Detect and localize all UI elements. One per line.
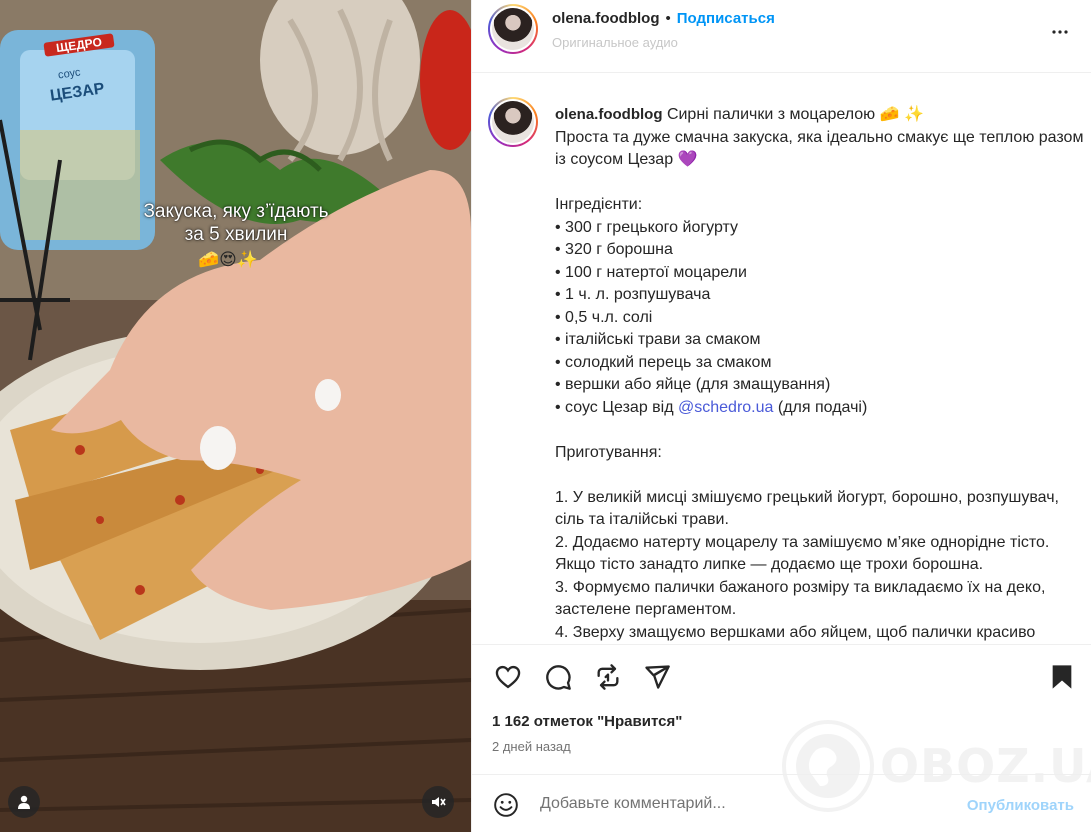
audio-link[interactable]: Оригинальное аудио: [552, 35, 678, 50]
overlay-line-1: Закуска, яку з’їдають: [143, 201, 329, 222]
overlay-emoji: 🧀😍✨: [198, 250, 259, 269]
comment-icon: [546, 665, 571, 690]
post-media[interactable]: Закуска, яку з’їдають за 5 хвилин 🧀😍✨: [0, 0, 471, 832]
avatar[interactable]: [488, 4, 538, 54]
post-timestamp[interactable]: 2 дней назад: [492, 739, 571, 754]
caption-username[interactable]: olena.foodblog: [555, 106, 662, 123]
likes-count[interactable]: 1 162 отметок "Нравится": [492, 713, 682, 730]
emoji-icon: [494, 793, 518, 817]
comment-input[interactable]: [540, 789, 940, 819]
caption-text-continued: (для подачі) Приготування: 1. У великій …: [555, 398, 1059, 641]
overlay-line-2: за 5 хвилин: [184, 224, 288, 245]
post-header: olena.foodblog • Подписаться Оригинально…: [472, 0, 1091, 73]
mute-icon: [432, 797, 446, 807]
caption-text: Сирні палички з моцарелою 🧀 ✨ Проста та …: [555, 106, 1084, 416]
tagged-users-button[interactable]: [8, 786, 40, 818]
user-tag-icon: [18, 795, 30, 809]
share-icon: [645, 665, 670, 689]
caption-avatar[interactable]: [488, 97, 538, 147]
post-caption: olena.foodblog Сирні палички з моцарелою…: [555, 104, 1085, 644]
share-button[interactable]: [641, 661, 673, 693]
like-button[interactable]: [492, 661, 524, 693]
repost-icon: [597, 664, 619, 690]
mute-button[interactable]: [422, 786, 454, 818]
separator-dot: •: [665, 10, 671, 27]
more-icon: [1052, 30, 1068, 34]
comment-button[interactable]: [542, 661, 574, 693]
comment-bar: Опубликовать: [472, 774, 1091, 832]
post-details-panel: olena.foodblog • Подписаться Оригинально…: [471, 0, 1091, 832]
video-overlay-caption: Закуска, яку з’їдають за 5 хвилин: [100, 200, 372, 246]
save-button[interactable]: [1046, 661, 1078, 693]
food-video-frame: [0, 0, 471, 832]
author-username[interactable]: olena.foodblog: [552, 10, 659, 27]
caption-mention-link[interactable]: @schedro.ua: [678, 399, 773, 416]
follow-button[interactable]: Подписаться: [677, 10, 775, 27]
more-options-button[interactable]: [1048, 20, 1072, 44]
repost-button[interactable]: [592, 661, 624, 693]
caption-area: olena.foodblog Сирні палички з моцарелою…: [472, 74, 1091, 644]
action-bar: [472, 644, 1091, 706]
save-icon: [1052, 665, 1072, 689]
publish-button[interactable]: Опубликовать: [967, 797, 1074, 814]
emoji-button[interactable]: [492, 791, 520, 819]
like-icon: [495, 665, 521, 689]
